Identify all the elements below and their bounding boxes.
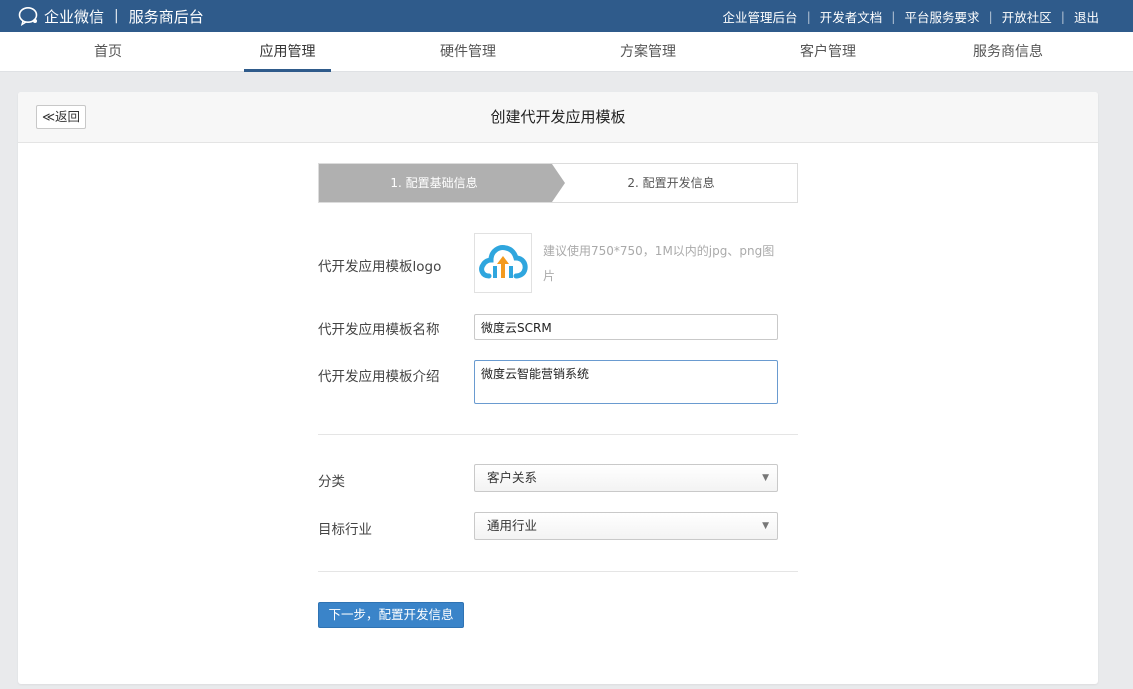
logo-label: 代开发应用模板logo (318, 259, 442, 275)
logo-hint: 建议使用750*750，1M以内的jpg、png图片 (543, 244, 775, 283)
cloud-upload-icon (479, 245, 528, 279)
tab-app-management[interactable]: 应用管理 (244, 32, 331, 72)
top-bar: 企业微信 | 服务商后台 企业管理后台 | 开发者文档 | 平台服务要求 | 开… (0, 0, 1133, 32)
industry-select[interactable]: 通用行业 ▼ (474, 512, 778, 540)
brand: 企业微信 | 服务商后台 (18, 0, 204, 32)
step-indicator: 1. 配置基础信息 2. 配置开发信息 (318, 163, 798, 203)
form-divider (318, 434, 798, 435)
tab-hardware-management[interactable]: 硬件管理 (430, 32, 506, 72)
tab-provider-info[interactable]: 服务商信息 (962, 32, 1054, 72)
intro-label: 代开发应用模板介绍 (318, 369, 440, 385)
link-open-community[interactable]: 开放社区 (1002, 7, 1052, 26)
top-links: 企业管理后台 | 开发者文档 | 平台服务要求 | 开放社区 | 退出 (723, 0, 1099, 32)
tab-customer-management[interactable]: 客户管理 (790, 32, 866, 72)
step-dev-info: 2. 配置开发信息 (627, 176, 715, 190)
link-separator: | (988, 8, 993, 24)
link-separator: | (891, 8, 896, 24)
category-value: 客户关系 (487, 470, 538, 485)
link-separator: | (1060, 8, 1065, 24)
logout-link[interactable]: 退出 (1074, 7, 1099, 26)
brand-subtitle: 服务商后台 (128, 7, 204, 26)
step-basic-info: 1. 配置基础信息 (319, 164, 565, 202)
card-header: 创建代开发应用模板 ≪返回 (18, 92, 1098, 143)
tab-solution-management[interactable]: 方案管理 (610, 32, 686, 72)
brand-separator: | (114, 8, 119, 24)
main-nav: 首页 应用管理 硬件管理 方案管理 客户管理 服务商信息 (0, 32, 1133, 72)
form-divider (318, 571, 798, 572)
tab-home[interactable]: 首页 (86, 32, 130, 72)
name-label: 代开发应用模板名称 (318, 322, 440, 338)
link-platform-requirements[interactable]: 平台服务要求 (905, 7, 980, 26)
template-intro-textarea[interactable]: 微度云智能营销系统 (474, 360, 778, 404)
link-enterprise-admin[interactable]: 企业管理后台 (723, 7, 798, 26)
link-separator: | (806, 8, 811, 24)
next-step-button[interactable]: 下一步，配置开发信息 (318, 602, 464, 628)
link-developer-docs[interactable]: 开发者文档 (820, 7, 883, 26)
logo-upload[interactable] (474, 233, 532, 293)
page-title: 创建代开发应用模板 (490, 108, 626, 126)
chevron-down-icon: ▼ (762, 521, 769, 531)
wecom-logo-icon (18, 7, 38, 26)
category-label: 分类 (318, 474, 345, 490)
content-card: 创建代开发应用模板 ≪返回 1. 配置基础信息 2. 配置开发信息 代开发应用模… (18, 92, 1098, 684)
chevron-down-icon: ▼ (762, 473, 769, 483)
brand-name: 企业微信 (44, 7, 105, 26)
template-name-input[interactable] (474, 314, 778, 340)
category-select[interactable]: 客户关系 ▼ (474, 464, 778, 492)
industry-value: 通用行业 (487, 518, 538, 533)
back-button[interactable]: ≪返回 (36, 105, 86, 129)
industry-label: 目标行业 (318, 522, 372, 538)
